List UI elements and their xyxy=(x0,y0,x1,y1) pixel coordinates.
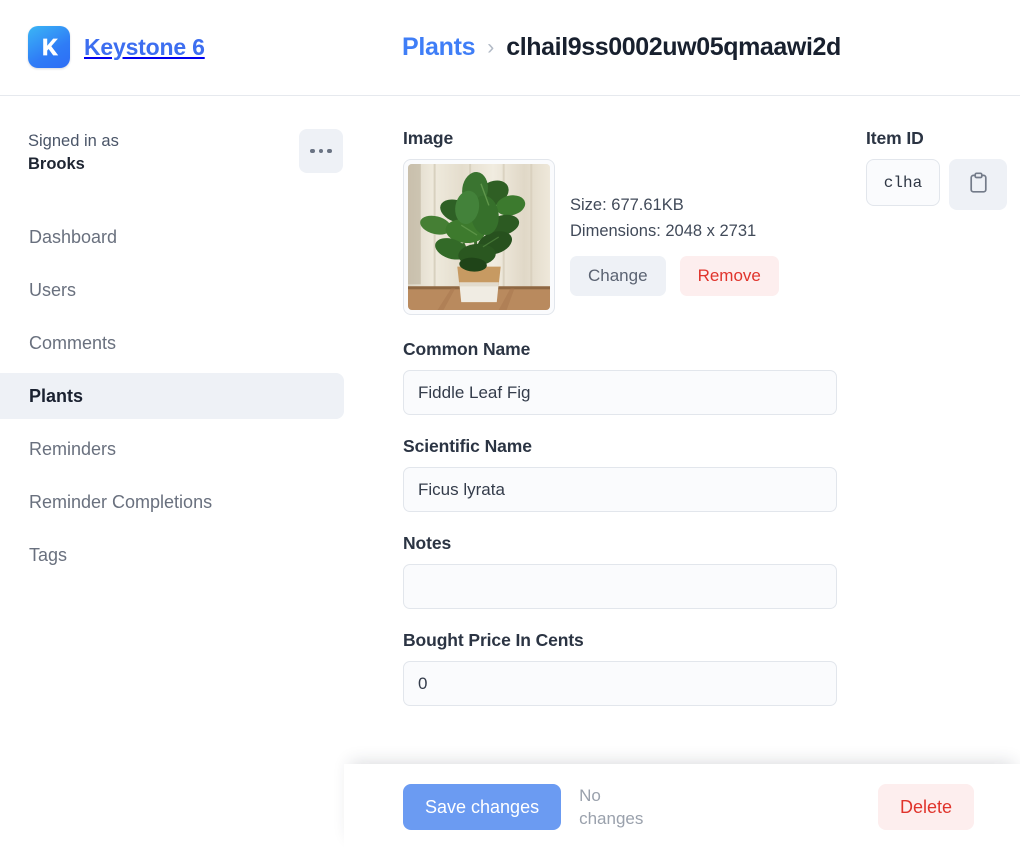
field-label-image: Image xyxy=(403,128,454,148)
bought-price-input[interactable] xyxy=(403,661,837,706)
keystone-admin-app: Keystone 6 Plants › clhail9ss0002uw05qma… xyxy=(0,0,1020,850)
signed-in-username: Brooks xyxy=(28,155,85,173)
changes-status-text: No changes xyxy=(579,786,644,828)
ellipsis-icon-dot-3 xyxy=(327,148,332,154)
remove-image-button[interactable]: Remove xyxy=(679,256,779,296)
change-image-button[interactable]: Change xyxy=(570,256,666,296)
app-header: Keystone 6 Plants › clhail9ss0002uw05qma… xyxy=(0,0,1020,96)
user-menu-button[interactable] xyxy=(299,129,343,173)
ellipsis-icon-dot-1 xyxy=(310,148,315,154)
sidebar-item-comments[interactable]: Comments xyxy=(0,320,344,366)
chevron-right-icon: › xyxy=(487,36,495,59)
common-name-input[interactable] xyxy=(403,370,837,415)
sidebar-item-dashboard[interactable]: Dashboard xyxy=(0,214,344,260)
item-form: Image Size: 677.61KB Dimensions: 2048 x … xyxy=(403,128,837,706)
image-metadata: Size: 677.61KB Dimensions: 2048 x 2731 C… xyxy=(570,159,779,296)
item-id-row: clha xyxy=(866,159,1020,210)
field-common-name: Common Name xyxy=(403,339,837,415)
item-id-label: Item ID xyxy=(866,128,924,148)
delete-button[interactable]: Delete xyxy=(877,784,974,830)
sidebar: Signed in as Brooks Dashboard Users Comm… xyxy=(0,96,344,850)
plant-photo xyxy=(408,164,550,310)
breadcrumb: Plants › clhail9ss0002uw05qmaawi2d xyxy=(402,33,841,62)
field-label-notes: Notes xyxy=(403,533,452,553)
field-image: Image Size: 677.61KB Dimensions: 2048 x … xyxy=(403,128,837,315)
breadcrumb-parent-link[interactable]: Plants xyxy=(402,33,476,62)
form-action-bar: Save changes No changes Delete xyxy=(344,764,1020,850)
field-scientific-name: Scientific Name xyxy=(403,436,837,512)
clipboard-icon xyxy=(969,172,988,197)
notes-input[interactable] xyxy=(403,564,837,609)
image-row: Size: 677.61KB Dimensions: 2048 x 2731 C… xyxy=(403,159,837,315)
sidebar-item-plants[interactable]: Plants xyxy=(0,373,344,419)
field-notes: Notes xyxy=(403,533,837,609)
field-label-bought-price: Bought Price In Cents xyxy=(403,630,584,650)
ellipsis-icon-dot-2 xyxy=(318,148,324,154)
item-id-value: clha xyxy=(866,159,940,206)
scientific-name-input[interactable] xyxy=(403,467,837,512)
sidebar-item-reminder-completions[interactable]: Reminder Completions xyxy=(0,479,344,525)
sidebar-item-reminders[interactable]: Reminders xyxy=(0,426,344,472)
keystone-logo-icon xyxy=(28,26,70,68)
image-thumbnail-frame[interactable] xyxy=(403,159,555,315)
field-label-scientific-name: Scientific Name xyxy=(403,436,532,456)
signed-in-label: Signed in as xyxy=(28,132,119,150)
brand-name: Keystone 6 xyxy=(84,33,205,60)
signed-in-block: Signed in as Brooks xyxy=(28,129,344,176)
image-actions: Change Remove xyxy=(570,256,779,296)
sidebar-nav: Dashboard Users Comments Plants Reminder… xyxy=(0,214,344,585)
image-dimensions-text: Dimensions: 2048 x 2731 xyxy=(570,222,757,240)
field-bought-price: Bought Price In Cents xyxy=(403,630,837,706)
brand-home-link[interactable]: Keystone 6 xyxy=(28,26,205,68)
field-label-common-name: Common Name xyxy=(403,339,531,359)
breadcrumb-current-item: clhail9ss0002uw05qmaawi2d xyxy=(506,33,841,61)
signed-in-text: Signed in as Brooks xyxy=(28,130,299,176)
save-changes-button[interactable]: Save changes xyxy=(403,784,562,830)
sidebar-item-users[interactable]: Users xyxy=(0,267,344,313)
image-size-text: Size: 677.61KB xyxy=(570,196,684,214)
sidebar-item-tags[interactable]: Tags xyxy=(0,532,344,578)
item-id-panel: Item ID clha xyxy=(866,128,1020,210)
copy-item-id-button[interactable] xyxy=(949,159,1007,210)
